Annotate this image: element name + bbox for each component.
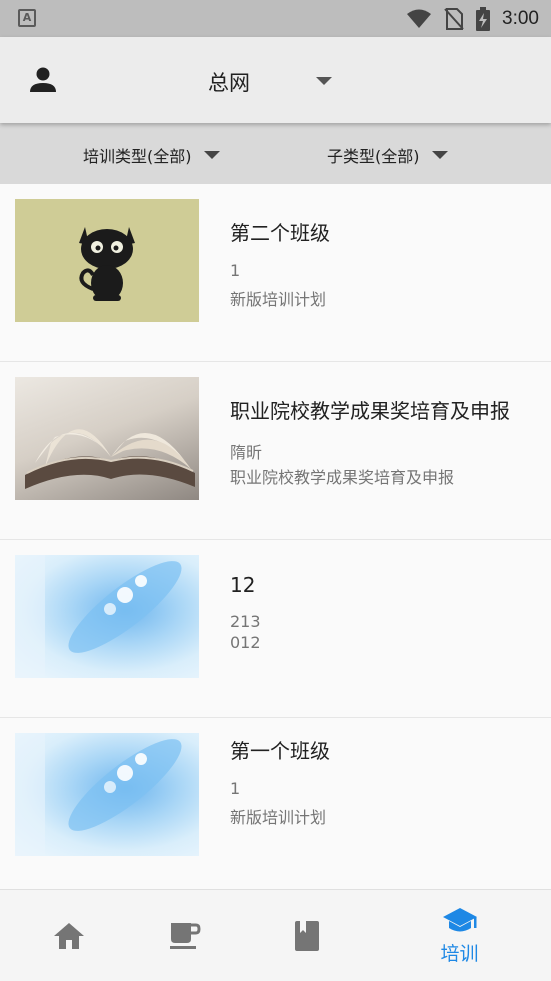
blue-abstract-image <box>15 555 199 678</box>
status-bar: A 3:00 <box>0 0 551 37</box>
caret-down-icon <box>203 151 220 159</box>
status-time: 3:00 <box>502 7 539 29</box>
caret-down-icon[interactable] <box>316 77 332 85</box>
wifi-icon <box>407 9 432 28</box>
header-title[interactable]: 总网 <box>208 67 250 97</box>
app-header: 总网 <box>0 37 551 123</box>
battery-charging-icon <box>476 6 491 31</box>
item-line-1: 隋昕 <box>230 443 263 462</box>
screen: A 3:00 总网 培训类型(全部) 子类型(全部) 第二个班级 1 新版培训计… <box>0 0 551 981</box>
home-icon <box>53 923 84 949</box>
bottom-nav: 培训 <box>0 889 551 981</box>
item-line-1: 213 <box>230 612 261 631</box>
item-line-1: 1 <box>230 779 241 798</box>
item-title: 职业院校教学成果奖培育及申报 <box>230 399 510 423</box>
item-line-2: 职业院校教学成果奖培育及申报 <box>230 468 455 487</box>
graduation-cap-icon <box>442 907 477 931</box>
a-notification-icon: A <box>18 9 36 27</box>
item-line-2: 012 <box>230 633 261 652</box>
cat-image <box>15 199 199 322</box>
no-sim-icon <box>444 7 464 30</box>
item-line-1: 1 <box>230 261 241 280</box>
item-line-2: 新版培训计划 <box>230 290 327 309</box>
book-icon <box>294 921 319 951</box>
list-item[interactable]: 职业院校教学成果奖培育及申报 隋昕 职业院校教学成果奖培育及申报 <box>0 362 551 540</box>
nav-training-label: 培训 <box>440 942 479 965</box>
subtype-filter[interactable]: 子类型(全部) <box>327 143 448 167</box>
item-line-2: 新版培训计划 <box>230 808 327 827</box>
blue-abstract-image <box>15 733 199 856</box>
nav-training[interactable]: 培训 <box>391 890 528 981</box>
item-title: 第二个班级 <box>230 221 330 245</box>
filter-bar: 培训类型(全部) 子类型(全部) <box>0 123 551 184</box>
caret-down-icon <box>431 151 448 159</box>
coffee-cup-icon <box>169 923 201 949</box>
training-type-filter-label: 培训类型(全部) <box>83 147 192 166</box>
subtype-filter-label: 子类型(全部) <box>327 147 420 166</box>
status-icons: 3:00 <box>406 0 539 37</box>
user-icon[interactable] <box>28 65 58 95</box>
nav-coffee[interactable] <box>116 890 253 981</box>
nav-book[interactable] <box>238 890 375 981</box>
item-title: 第一个班级 <box>230 739 330 763</box>
training-type-filter[interactable]: 培训类型(全部) <box>83 143 220 167</box>
item-title: 12 <box>230 573 256 597</box>
book-image <box>15 377 199 500</box>
list-item[interactable]: 第一个班级 1 新版培训计划 <box>0 718 551 896</box>
list-item[interactable]: 第二个班级 1 新版培训计划 <box>0 184 551 362</box>
list-item[interactable]: 12 213 012 <box>0 540 551 718</box>
